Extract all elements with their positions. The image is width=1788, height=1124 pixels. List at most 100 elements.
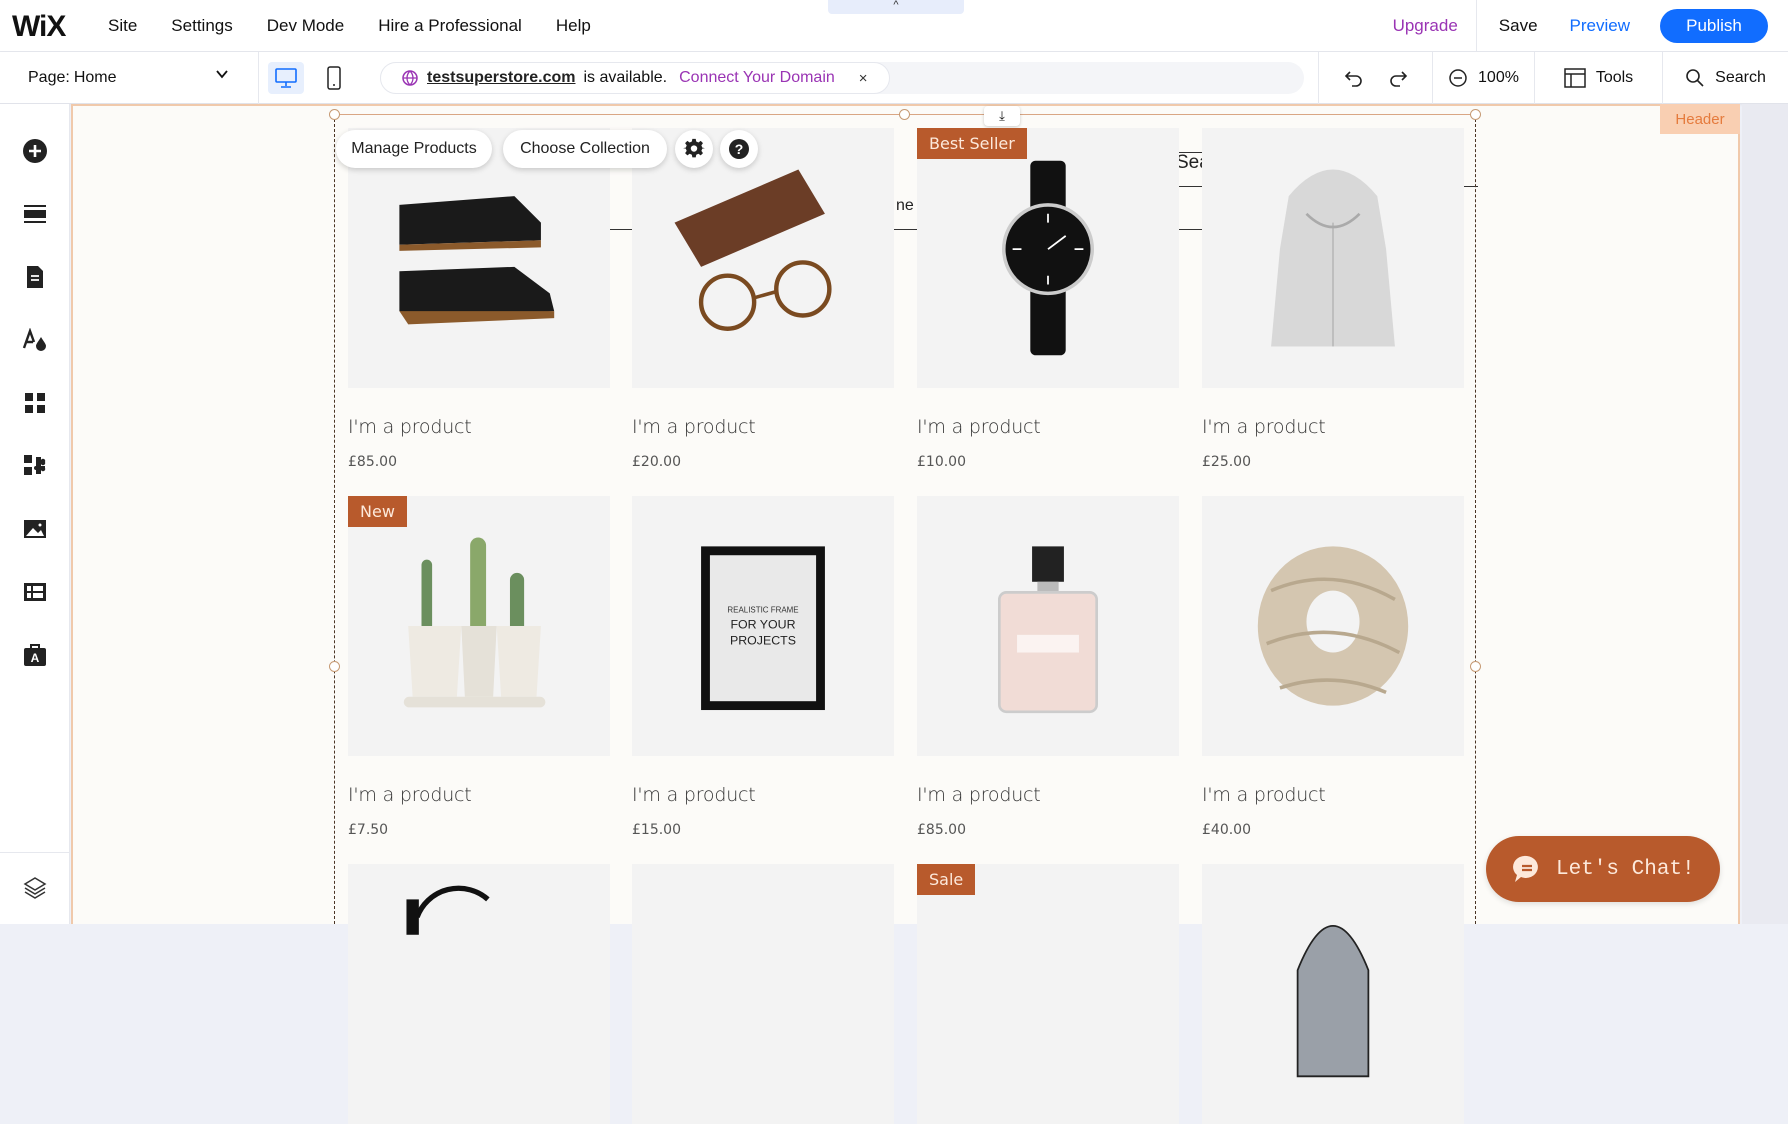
connect-domain-link[interactable]: Connect Your Domain: [679, 69, 835, 87]
left-sidebar: A: [0, 104, 70, 924]
save-button[interactable]: Save: [1477, 16, 1556, 36]
wix-logo[interactable]: WiX: [12, 10, 66, 44]
domain-bar: testsuperstore.com is available. Connect…: [380, 62, 1304, 94]
product-name[interactable]: I'm a product: [917, 416, 1179, 438]
lets-chat-button[interactable]: Let's Chat!: [1486, 836, 1720, 902]
manage-products-button[interactable]: Manage Products: [336, 130, 492, 168]
product-name[interactable]: I'm a product: [348, 784, 610, 806]
product-card[interactable]: I'm a product £85.00: [348, 128, 610, 470]
product-card[interactable]: Sale: [917, 864, 1179, 1124]
product-image-blank[interactable]: [632, 864, 894, 1124]
close-icon[interactable]: ×: [859, 70, 868, 87]
product-name[interactable]: I'm a product: [632, 784, 894, 806]
download-arrow-icon: ⤓: [999, 108, 1005, 123]
product-card[interactable]: I'm a product £25.00: [1202, 128, 1464, 470]
product-card[interactable]: Best Seller I'm a product £10.00: [917, 128, 1179, 470]
product-image-hoodie[interactable]: [1202, 128, 1464, 388]
product-card[interactable]: [1202, 864, 1464, 1124]
product-name[interactable]: I'm a product: [632, 416, 894, 438]
publish-button[interactable]: Publish: [1660, 9, 1768, 43]
globe-icon: [402, 70, 418, 86]
add-elements-button[interactable]: [22, 138, 48, 164]
sections-button[interactable]: [22, 201, 48, 227]
apps-button[interactable]: [22, 390, 48, 416]
puzzle-icon: [24, 455, 46, 475]
product-image-perfume[interactable]: [917, 496, 1179, 756]
product-ribbon: New: [348, 496, 407, 527]
product-card[interactable]: [348, 864, 610, 1124]
product-name[interactable]: I'm a product: [348, 416, 610, 438]
desktop-icon: [275, 68, 297, 88]
product-card[interactable]: I'm a product £85.00: [917, 496, 1179, 838]
undo-icon[interactable]: [1343, 67, 1365, 89]
menu-dev-mode[interactable]: Dev Mode: [267, 16, 344, 36]
mobile-view-button[interactable]: [316, 62, 352, 94]
glasses-illustration: [674, 169, 832, 331]
product-card[interactable]: New I'm a product £7.50: [348, 496, 610, 838]
desktop-view-button[interactable]: [268, 62, 304, 94]
svg-text:?: ?: [735, 141, 744, 157]
domain-name-link[interactable]: testsuperstore.com: [427, 69, 576, 87]
redo-icon[interactable]: [1387, 67, 1409, 89]
product-image-backpack[interactable]: [1202, 864, 1464, 1124]
cms-button[interactable]: [22, 579, 48, 605]
zoom-control[interactable]: 100%: [1432, 52, 1534, 104]
search-label: Search: [1715, 69, 1766, 86]
menu-help[interactable]: Help: [556, 16, 591, 36]
undo-redo-group: [1318, 52, 1432, 104]
product-name[interactable]: I'm a product: [1202, 416, 1464, 438]
product-image-cactus[interactable]: New: [348, 496, 610, 756]
collapse-toolbar-button[interactable]: ^: [828, 0, 964, 14]
product-card[interactable]: REALISTIC FRAME FOR YOUR PROJECTS I'm a pro…: [632, 496, 894, 838]
product-name[interactable]: I'm a product: [1202, 784, 1464, 806]
product-image-glasses[interactable]: [632, 128, 894, 388]
choose-collection-button[interactable]: Choose Collection: [503, 130, 667, 168]
upgrade-link[interactable]: Upgrade: [1375, 0, 1477, 52]
product-price: £10.00: [917, 454, 966, 470]
settings-button[interactable]: [675, 130, 713, 168]
product-image-watch[interactable]: Best Seller: [917, 128, 1179, 388]
theme-button[interactable]: [22, 327, 48, 353]
product-card[interactable]: [632, 864, 894, 1124]
media-button[interactable]: [22, 516, 48, 542]
backpack-illustration: [1296, 925, 1370, 1078]
product-image-headphones[interactable]: [348, 864, 610, 1124]
tools-button[interactable]: Tools: [1534, 52, 1662, 104]
theme-icon: [22, 328, 46, 351]
product-image-scarf[interactable]: [1202, 496, 1464, 756]
product-name[interactable]: I'm a product: [917, 784, 1179, 806]
zoom-out-icon[interactable]: [1448, 68, 1468, 88]
business-button[interactable]: A: [22, 642, 48, 668]
header-section-tag[interactable]: Header: [1660, 104, 1740, 134]
product-card[interactable]: I'm a product £40.00: [1202, 496, 1464, 838]
product-image-frame[interactable]: REALISTIC FRAME FOR YOUR PROJECTS: [632, 496, 894, 756]
help-button[interactable]: ?: [720, 130, 758, 168]
resize-handle[interactable]: [329, 109, 340, 120]
menu-site[interactable]: Site: [108, 16, 137, 36]
stretch-button[interactable]: ⤓: [984, 106, 1020, 126]
resize-handle[interactable]: [899, 109, 910, 120]
svg-text:PROJECTS: PROJECTS: [730, 634, 796, 648]
apps-grid-icon: [25, 393, 45, 413]
product-ribbon: Sale: [917, 864, 976, 895]
perfume-illustration: [998, 546, 1098, 714]
help-icon: ?: [729, 139, 749, 159]
zoom-level: 100%: [1478, 69, 1519, 86]
menu-settings[interactable]: Settings: [171, 16, 232, 36]
pages-button[interactable]: [22, 264, 48, 290]
product-image-blank[interactable]: Sale: [917, 864, 1179, 1124]
layers-button[interactable]: [22, 875, 48, 901]
resize-handle[interactable]: [1470, 661, 1481, 672]
app-market-button[interactable]: [22, 453, 48, 479]
resize-handle[interactable]: [1470, 109, 1481, 120]
canvas-gutter: [1742, 104, 1788, 924]
product-price: £85.00: [348, 454, 397, 470]
domain-status: is available.: [583, 69, 668, 86]
menu-hire-professional[interactable]: Hire a Professional: [378, 16, 522, 36]
preview-button[interactable]: Preview: [1556, 16, 1660, 36]
search-button[interactable]: Search: [1662, 52, 1788, 104]
page-selector[interactable]: Page: Home: [0, 52, 259, 104]
product-card[interactable]: I'm a product £20.00: [632, 128, 894, 470]
resize-handle[interactable]: [329, 661, 340, 672]
tools-icon: [1564, 68, 1586, 88]
